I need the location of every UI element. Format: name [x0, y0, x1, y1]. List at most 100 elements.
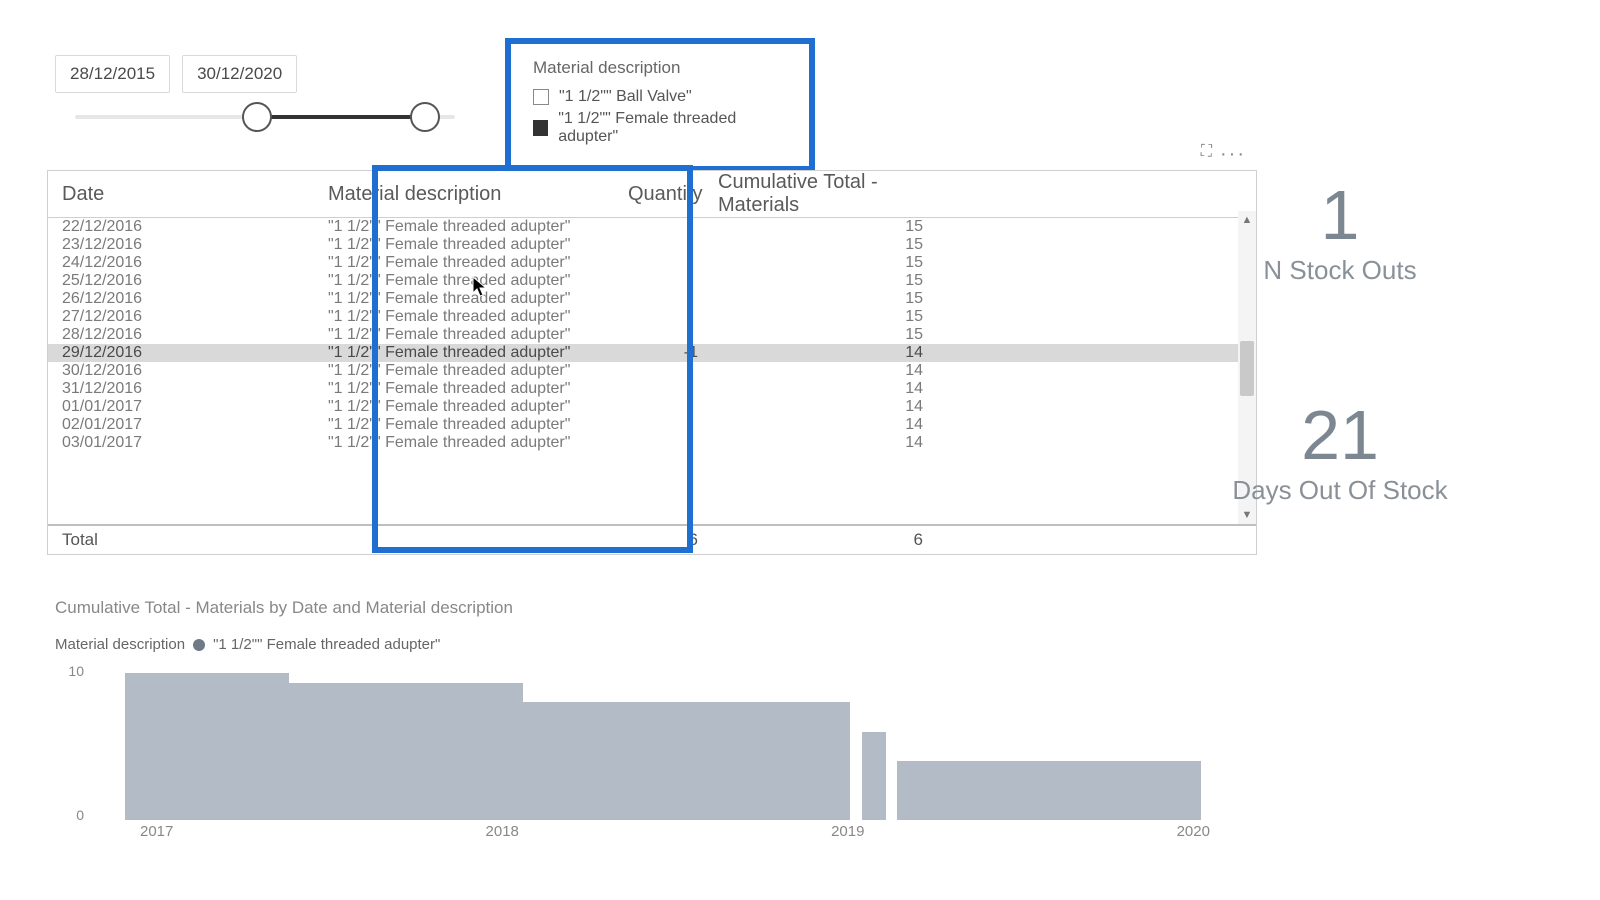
- cell-date: 02/01/2017: [48, 416, 328, 434]
- chart-step-segment: [897, 761, 1201, 820]
- scroll-down-icon[interactable]: ▼: [1238, 506, 1256, 524]
- chart-xaxis: 2017201820192020: [90, 823, 1260, 843]
- table-row[interactable]: 25/12/2016"1 1/2"" Female threaded adupt…: [48, 272, 1256, 290]
- table-row[interactable]: 03/01/2017"1 1/2"" Female threaded adupt…: [48, 434, 1256, 452]
- cell-cumulative: 15: [708, 308, 958, 326]
- cell-material: "1 1/2"" Female threaded adupter": [328, 344, 628, 362]
- material-slicer: Material description "1 1/2"" Ball Valve…: [505, 38, 815, 172]
- cell-material: "1 1/2"" Female threaded adupter": [328, 308, 628, 326]
- xtick-label: 2018: [486, 823, 519, 843]
- kpi-daysout-label: Days Out Of Stock: [1190, 475, 1490, 506]
- slicer-item[interactable]: "1 1/2"" Ball Valve": [533, 88, 787, 106]
- cell-date: 31/12/2016: [48, 380, 328, 398]
- cell-date: 29/12/2016: [48, 344, 328, 362]
- cell-cumulative: 15: [708, 290, 958, 308]
- table-row[interactable]: 28/12/2016"1 1/2"" Female threaded adupt…: [48, 326, 1256, 344]
- chart-plot[interactable]: 10 0 2017201820192020: [90, 663, 1260, 843]
- cell-date: 22/12/2016: [48, 218, 328, 236]
- date-slider[interactable]: [75, 115, 455, 119]
- legend-item-label: "1 1/2"" Female threaded adupter": [213, 636, 440, 653]
- cell-cumulative: 15: [708, 254, 958, 272]
- table-row[interactable]: 29/12/2016"1 1/2"" Female threaded adupt…: [48, 344, 1256, 362]
- cell-date: 25/12/2016: [48, 272, 328, 290]
- table-row[interactable]: 24/12/2016"1 1/2"" Female threaded adupt…: [48, 254, 1256, 272]
- kpi-daysout: 21 Days Out Of Stock: [1190, 395, 1490, 506]
- col-header-date[interactable]: Date: [48, 183, 328, 206]
- cell-cumulative: 15: [708, 326, 958, 344]
- kpi-daysout-value: 21: [1190, 395, 1490, 475]
- date-start-box[interactable]: 28/12/2015: [55, 55, 170, 93]
- chart-yaxis: 10 0: [60, 663, 84, 823]
- ytick-top: 10: [60, 663, 84, 679]
- cumulative-chart: Cumulative Total - Materials by Date and…: [55, 598, 1260, 843]
- chart-step-segment: [862, 732, 885, 820]
- slider-fill: [257, 115, 424, 119]
- cell-cumulative: 14: [708, 398, 958, 416]
- cell-material: "1 1/2"" Female threaded adupter": [328, 380, 628, 398]
- more-options-icon[interactable]: ···: [1220, 143, 1246, 166]
- checkbox-icon[interactable]: [533, 120, 548, 136]
- chart-step-segment: [523, 702, 851, 820]
- cell-material: "1 1/2"" Female threaded adupter": [328, 254, 628, 272]
- footer-qty: 6: [628, 530, 708, 550]
- table-header-row: Date Material description Quantity Cumul…: [48, 171, 1256, 218]
- slicer-item[interactable]: "1 1/2"" Female threaded adupter": [533, 110, 787, 146]
- xtick-label: 2017: [140, 823, 173, 843]
- materials-table: ⛶ ··· Date Material description Quantity…: [47, 170, 1257, 555]
- date-end-box[interactable]: 30/12/2020: [182, 55, 297, 93]
- cell-date: 23/12/2016: [48, 236, 328, 254]
- table-row[interactable]: 23/12/2016"1 1/2"" Female threaded adupt…: [48, 236, 1256, 254]
- slider-handle-start[interactable]: [242, 102, 272, 132]
- col-header-material[interactable]: Material description: [328, 183, 628, 206]
- slicer-item-label: "1 1/2"" Female threaded adupter": [558, 110, 787, 146]
- cell-material: "1 1/2"" Female threaded adupter": [328, 290, 628, 308]
- chart-step-segment: [125, 673, 289, 820]
- cell-date: 30/12/2016: [48, 362, 328, 380]
- cell-cumulative: 15: [708, 236, 958, 254]
- slider-handle-end[interactable]: [410, 102, 440, 132]
- cell-date: 26/12/2016: [48, 290, 328, 308]
- kpi-stockouts-label: N Stock Outs: [1190, 255, 1490, 286]
- cell-material: "1 1/2"" Female threaded adupter": [328, 416, 628, 434]
- table-body: 22/12/2016"1 1/2"" Female threaded adupt…: [48, 218, 1256, 524]
- legend-title: Material description: [55, 636, 185, 653]
- cell-date: 24/12/2016: [48, 254, 328, 272]
- table-row[interactable]: 01/01/2017"1 1/2"" Female threaded adupt…: [48, 398, 1256, 416]
- table-row[interactable]: 31/12/2016"1 1/2"" Female threaded adupt…: [48, 380, 1256, 398]
- col-header-cumulative[interactable]: Cumulative Total - Materials: [708, 171, 958, 217]
- cell-cumulative: 14: [708, 344, 958, 362]
- cell-material: "1 1/2"" Female threaded adupter": [328, 434, 628, 452]
- col-header-quantity[interactable]: Quantity: [628, 183, 708, 206]
- cell-date: 01/01/2017: [48, 398, 328, 416]
- cell-material: "1 1/2"" Female threaded adupter": [328, 326, 628, 344]
- cell-cumulative: 14: [708, 434, 958, 452]
- cell-cumulative: 14: [708, 416, 958, 434]
- table-row[interactable]: 30/12/2016"1 1/2"" Female threaded adupt…: [48, 362, 1256, 380]
- cell-material: "1 1/2"" Female threaded adupter": [328, 398, 628, 416]
- scroll-thumb[interactable]: [1240, 341, 1254, 396]
- cell-cumulative: 15: [708, 272, 958, 290]
- cell-date: 03/01/2017: [48, 434, 328, 452]
- checkbox-icon[interactable]: [533, 89, 549, 105]
- chart-legend: Material description "1 1/2"" Female thr…: [55, 636, 1260, 653]
- kpi-stockouts-value: 1: [1190, 175, 1490, 255]
- ytick-bottom: 0: [60, 807, 84, 823]
- date-slicer: 28/12/2015 30/12/2020: [55, 55, 297, 93]
- table-row[interactable]: 02/01/2017"1 1/2"" Female threaded adupt…: [48, 416, 1256, 434]
- table-row[interactable]: 27/12/2016"1 1/2"" Female threaded adupt…: [48, 308, 1256, 326]
- table-row[interactable]: 22/12/2016"1 1/2"" Female threaded adupt…: [48, 218, 1256, 236]
- slicer-item-label: "1 1/2"" Ball Valve": [559, 88, 692, 106]
- cell-cumulative: 14: [708, 380, 958, 398]
- footer-label: Total: [48, 530, 328, 550]
- cell-date: 27/12/2016: [48, 308, 328, 326]
- table-row[interactable]: 26/12/2016"1 1/2"" Female threaded adupt…: [48, 290, 1256, 308]
- cell-material: "1 1/2"" Female threaded adupter": [328, 218, 628, 236]
- chart-step-segment: [289, 683, 523, 820]
- xtick-label: 2020: [1177, 823, 1210, 843]
- focus-mode-icon[interactable]: ⛶: [1201, 143, 1212, 161]
- legend-swatch-icon: [193, 639, 205, 651]
- cell-material: "1 1/2"" Female threaded adupter": [328, 362, 628, 380]
- table-footer-row: Total 6 6: [48, 524, 1256, 554]
- cell-material: "1 1/2"" Female threaded adupter": [328, 236, 628, 254]
- footer-cum: 6: [708, 530, 958, 550]
